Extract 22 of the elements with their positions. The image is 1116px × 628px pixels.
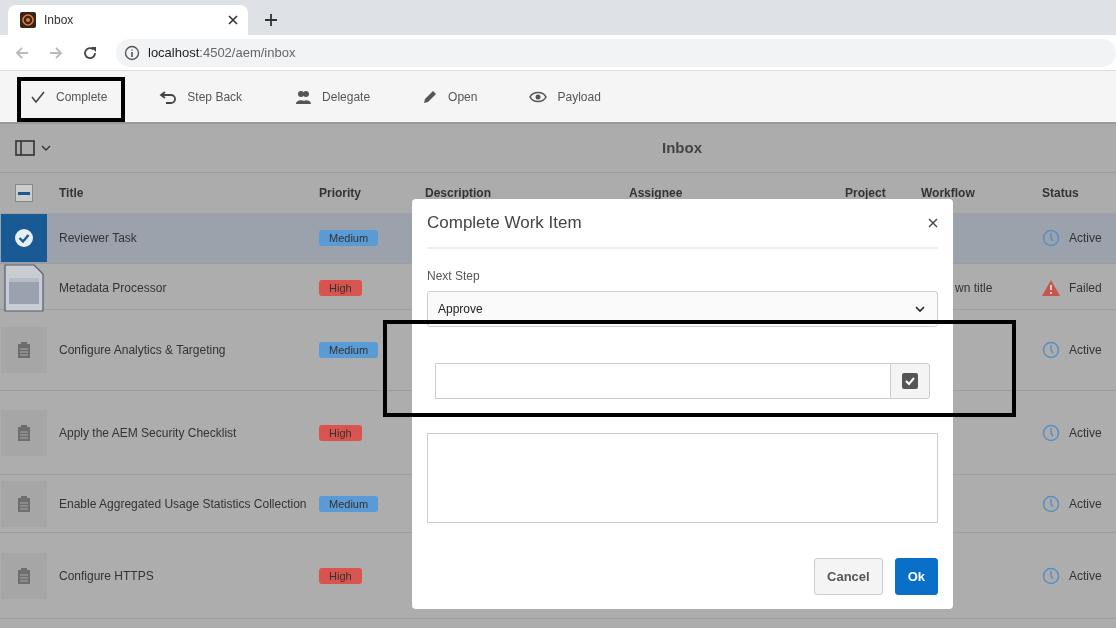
workflow-title: wn title	[955, 281, 993, 295]
task-title: Configure HTTPS	[59, 568, 154, 583]
status-label: Failed	[1069, 281, 1102, 295]
status-label: Active	[1069, 568, 1102, 583]
priority-tag: Medium	[319, 230, 379, 246]
priority-tag: Medium	[319, 495, 379, 512]
task-title: Reviewer Task	[59, 231, 137, 245]
status-label: Active	[1069, 231, 1102, 245]
priority-tag: High	[319, 424, 362, 441]
priority-tag: Medium	[319, 342, 379, 358]
task-title: Enable Aggregated Usage Statistics Collection	[59, 496, 307, 511]
task-title: Apply the AEM Security Checklist	[59, 425, 237, 440]
task-title: Configure Analytics & Targeting	[59, 343, 226, 357]
status-label: Active	[1069, 496, 1102, 511]
task-title: Metadata Processor	[59, 281, 167, 295]
status-label: Active	[1069, 343, 1102, 357]
priority-tag: High	[319, 567, 362, 584]
field-label: Next Step	[427, 269, 481, 283]
priority-tag: High	[319, 280, 362, 296]
status-label: Active	[1069, 425, 1102, 440]
dialog-title: Complete Work Item	[427, 213, 582, 233]
page-title: Inbox	[662, 139, 702, 156]
